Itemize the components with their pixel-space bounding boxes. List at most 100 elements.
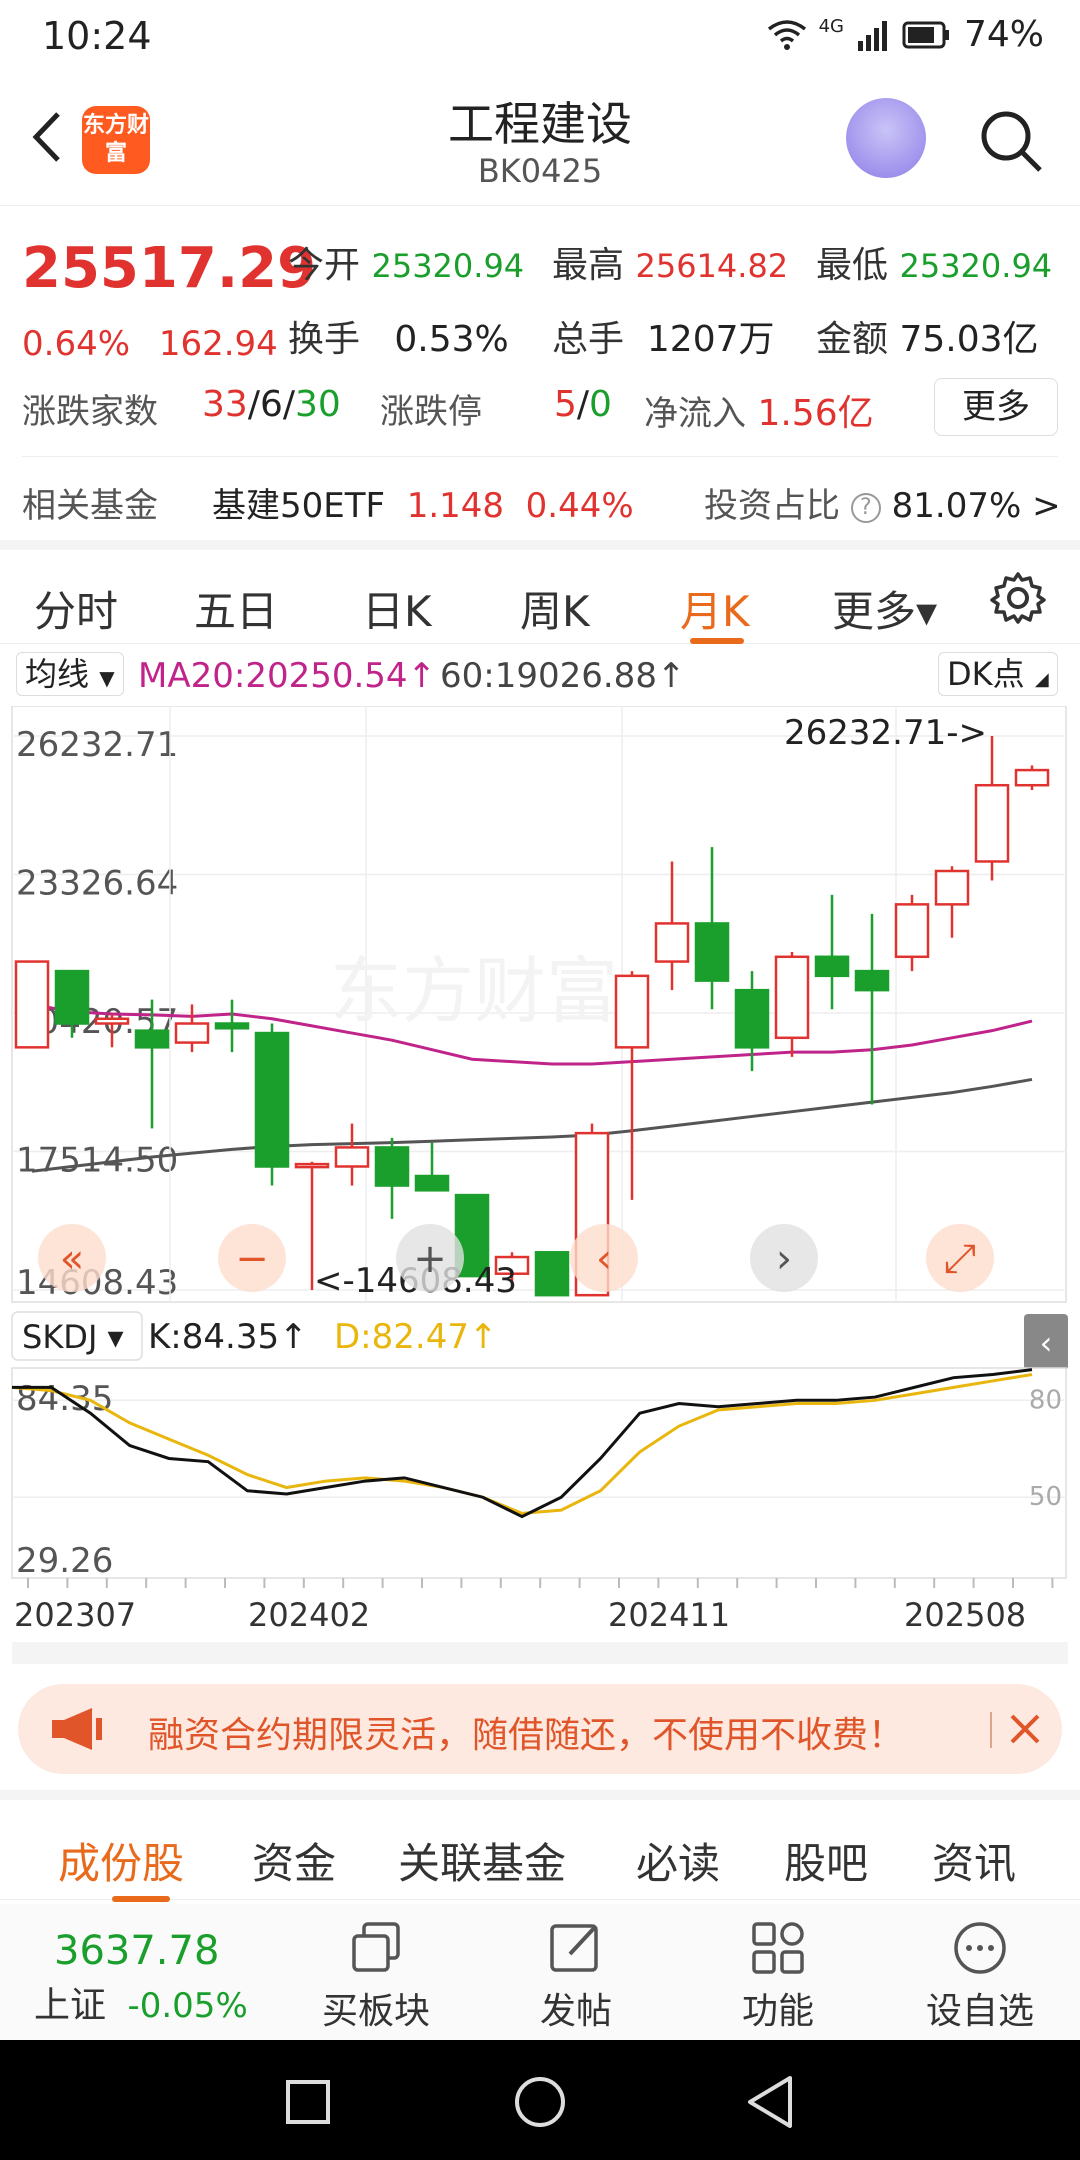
add-watchlist-button[interactable]: 设自选 bbox=[910, 1912, 1050, 2034]
status-bar: 10:24 4G 74% bbox=[0, 0, 1080, 74]
index-ticker[interactable]: 3637.78 上证 -0.05% bbox=[34, 1928, 284, 2028]
quote-panel: 25517.29 0.64% 162.94 今开 25320.94 最高 256… bbox=[0, 206, 1080, 540]
gear-icon[interactable] bbox=[990, 570, 1046, 626]
x-axis-label: 202307 bbox=[14, 1596, 136, 1634]
tab-five-day[interactable]: 五日 bbox=[194, 578, 278, 639]
home-icon[interactable] bbox=[512, 2074, 568, 2130]
megaphone-icon bbox=[52, 1708, 102, 1750]
tab-more[interactable]: 更多▾ bbox=[832, 578, 937, 639]
dk-point-selector[interactable]: DK点 ◢ bbox=[938, 652, 1058, 696]
chart-control-icon[interactable]: ⤢ bbox=[944, 1236, 976, 1282]
candle-down bbox=[374, 1146, 410, 1187]
x-axis-label: 202411 bbox=[608, 1596, 730, 1634]
bottom-toolbar: 3637.78 上证 -0.05% 买板块 发帖 功能 设自选 bbox=[0, 1904, 1080, 2040]
d-value-label: D:82.47↑ bbox=[334, 1317, 497, 1357]
grid-icon bbox=[752, 1922, 804, 1974]
updown-label: 涨跌家数 bbox=[22, 392, 158, 432]
tab-forum[interactable]: 股吧 bbox=[784, 1830, 868, 1891]
open-field: 今开 25320.94 bbox=[288, 245, 525, 286]
functions-button[interactable]: 功能 bbox=[708, 1912, 848, 2034]
system-nav-bar bbox=[0, 2040, 1080, 2160]
indicator-selector[interactable]: 均线 ▼ bbox=[16, 652, 124, 696]
search-icon[interactable] bbox=[974, 104, 1046, 176]
tab-intraday[interactable]: 分时 bbox=[34, 578, 118, 639]
candle-up bbox=[654, 922, 690, 963]
netflow-field: 净流入 1.56亿 bbox=[644, 393, 874, 434]
change-amount: 162.94 bbox=[158, 324, 278, 364]
candle-down bbox=[134, 1029, 170, 1049]
updown-counts: 33/6/30 bbox=[202, 384, 341, 425]
candle-down bbox=[54, 969, 90, 1025]
candle-down bbox=[414, 1174, 450, 1192]
change-percent: 0.64% bbox=[22, 324, 131, 364]
invest-ratio[interactable]: 投资占比 ? 81.07% > bbox=[704, 478, 1061, 527]
recent-apps-icon[interactable] bbox=[284, 2078, 332, 2126]
chart-control-icon[interactable]: « bbox=[60, 1236, 84, 1282]
high-field: 最高 25614.82 bbox=[552, 245, 789, 286]
signal-icon bbox=[857, 20, 887, 51]
edit-icon bbox=[550, 1924, 598, 1972]
ma60-label: 60:19026.88↑ bbox=[440, 656, 686, 696]
page-header: 东方财富 工程建设 BK0425 bbox=[0, 74, 1080, 206]
assistant-robot-icon[interactable] bbox=[846, 98, 926, 178]
y-tick-label: 23326.64 bbox=[16, 864, 178, 904]
x-axis-label: 202508 bbox=[904, 1596, 1026, 1634]
index-change: -0.05% bbox=[127, 1986, 248, 2026]
status-icons: 4G 74% bbox=[767, 14, 1044, 55]
candle-up bbox=[334, 1146, 370, 1168]
buy-sector-button[interactable]: 买板块 bbox=[306, 1912, 446, 2034]
post-button[interactable]: 发帖 bbox=[506, 1912, 646, 2034]
tab-news[interactable]: 资讯 bbox=[932, 1830, 1016, 1891]
x-axis-label: 202402 bbox=[248, 1596, 370, 1634]
battery-percent: 74% bbox=[963, 14, 1044, 55]
tab-funds-flow[interactable]: 资金 bbox=[252, 1830, 336, 1891]
turnover-field: 换手 0.53% bbox=[288, 319, 509, 360]
fund-label: 相关基金 bbox=[22, 486, 158, 526]
chart-control-icon[interactable]: − bbox=[235, 1236, 269, 1282]
chart-control-icon[interactable]: ‹ bbox=[596, 1236, 612, 1282]
status-time: 10:24 bbox=[42, 14, 152, 58]
period-tabs: 分时 五日 日K 周K 月K 更多▾ bbox=[0, 540, 1080, 644]
candle-down bbox=[694, 922, 730, 982]
close-icon[interactable] bbox=[1006, 1710, 1044, 1748]
index-value: 3637.78 bbox=[54, 1928, 220, 1974]
candle-down bbox=[534, 1251, 570, 1297]
stack-icon bbox=[352, 1922, 400, 1972]
candle-up bbox=[774, 955, 810, 1040]
back-icon[interactable] bbox=[744, 2074, 796, 2130]
chevron-right-icon: > bbox=[1032, 486, 1061, 526]
candle-up bbox=[14, 960, 50, 1049]
candle-down bbox=[854, 969, 890, 992]
battery-icon bbox=[902, 21, 949, 48]
more-quote-button[interactable]: 更多 bbox=[934, 378, 1058, 436]
chart-control-icon[interactable]: + bbox=[413, 1236, 447, 1282]
tab-related-funds[interactable]: 关联基金 bbox=[398, 1830, 566, 1891]
help-icon[interactable]: ? bbox=[850, 492, 881, 523]
tab-constituents[interactable]: 成份股 bbox=[58, 1830, 184, 1891]
kline-chart[interactable]: 26232.71 23326.64 20420.57 17514.50 14608.43… bbox=[0, 705, 1080, 1666]
candle-up bbox=[614, 974, 650, 1049]
limit-label: 涨跌停 bbox=[380, 392, 482, 432]
chart-control-icon[interactable]: › bbox=[776, 1236, 792, 1282]
more-dots-icon bbox=[954, 1922, 1006, 1974]
tab-must-read[interactable]: 必读 bbox=[636, 1830, 720, 1891]
indicator-tick: 50 bbox=[1029, 1482, 1062, 1512]
promo-banner[interactable]: 融资合约期限灵活，随借随还，不使用不收费！ bbox=[18, 1684, 1062, 1774]
candle-down bbox=[254, 1031, 290, 1168]
ma-legend: 均线 ▼ MA20:20250.54↑ 60:19026.88↑ DK点 ◢ bbox=[0, 644, 1080, 706]
limit-counts: 5/0 bbox=[554, 384, 612, 425]
wifi-icon bbox=[767, 19, 806, 50]
candle-up bbox=[934, 869, 970, 906]
kline-svg[interactable]: 26232.7123326.6420420.5717514.5014608.43… bbox=[0, 705, 1080, 1666]
tab-daily-k[interactable]: 日K bbox=[362, 578, 432, 639]
chevron-left-icon: ‹ bbox=[1040, 1324, 1053, 1362]
tab-weekly-k[interactable]: 周K bbox=[520, 578, 590, 639]
related-fund-link[interactable]: 基建50ETF 1.148 0.44% bbox=[212, 478, 634, 527]
candle-up bbox=[174, 1022, 210, 1044]
watermark: 东方财富 bbox=[330, 949, 618, 1033]
candle-up bbox=[294, 1162, 330, 1169]
candle-up bbox=[1014, 768, 1050, 787]
banner-separator bbox=[990, 1712, 992, 1748]
detail-tab-underline bbox=[112, 1896, 170, 1902]
tab-monthly-k[interactable]: 月K bbox=[680, 578, 750, 639]
